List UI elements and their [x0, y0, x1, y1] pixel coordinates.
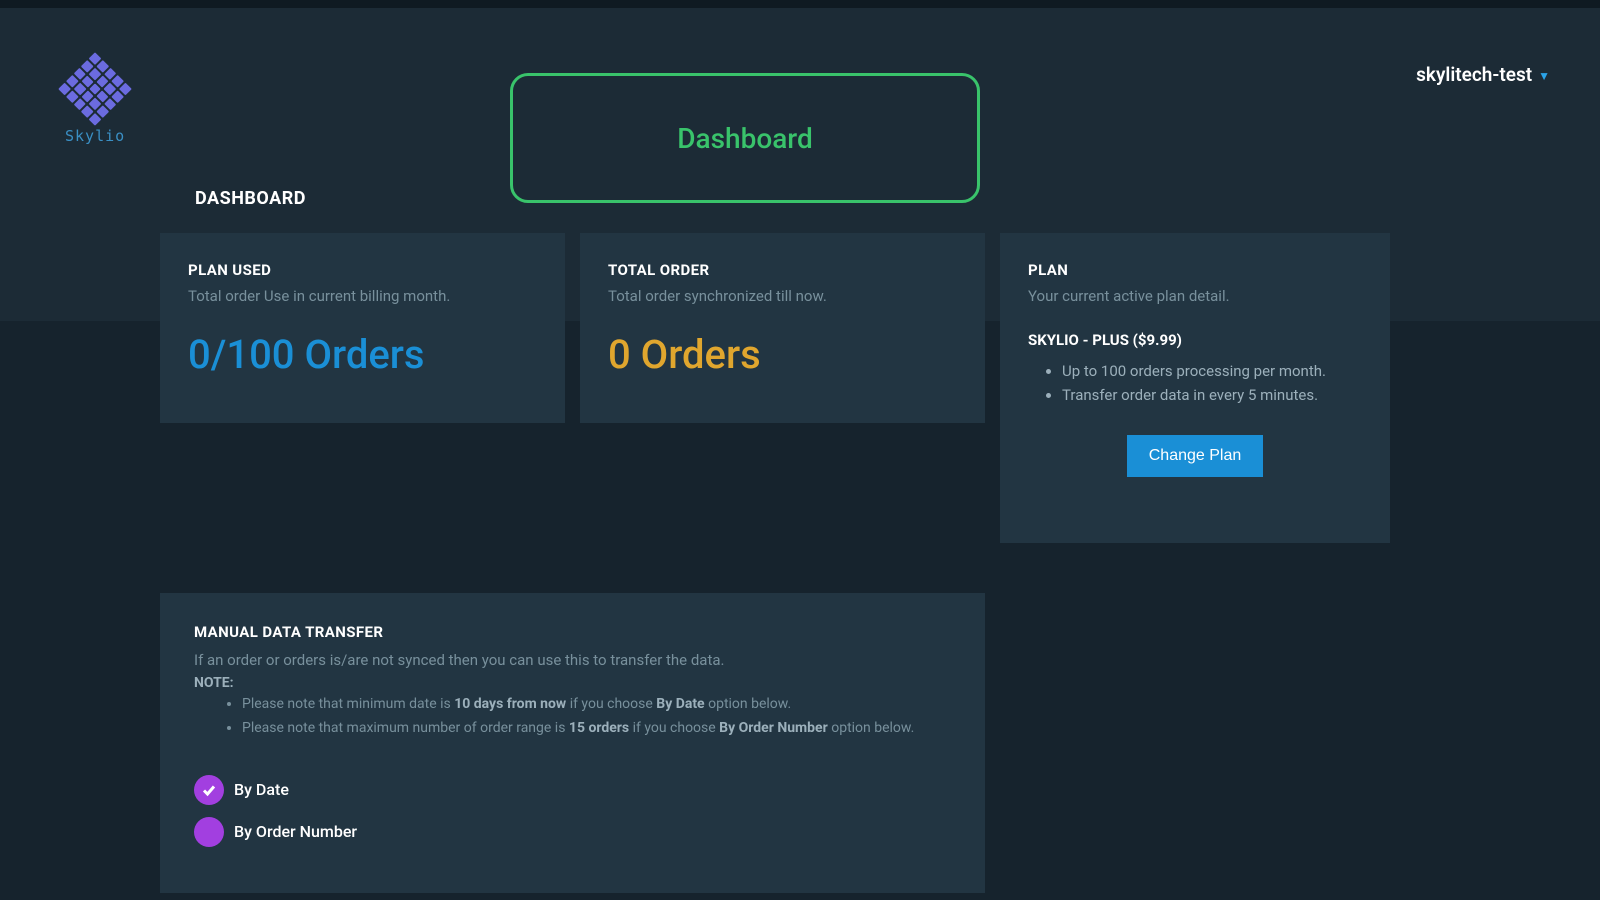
note-item: Please note that minimum date is 10 days… — [242, 693, 951, 717]
store-selector-label: skylitech-test — [1416, 63, 1532, 86]
chevron-down-icon: ▼ — [1538, 69, 1550, 83]
plan-used-card: PLAN USED Total order Use in current bil… — [160, 233, 565, 423]
radio-by-date-label: By Date — [234, 780, 289, 799]
brand-name: Skylio — [65, 127, 125, 145]
check-icon — [201, 782, 217, 798]
plan-subtitle: Your current active plan detail. — [1028, 287, 1362, 305]
plan-card: PLAN Your current active plan detail. SK… — [1000, 233, 1390, 543]
dashboard-tab[interactable]: Dashboard — [510, 73, 980, 203]
note-bold: 15 orders — [569, 720, 629, 736]
note-text: if you choose — [629, 720, 719, 736]
total-order-subtitle: Total order synchronized till now. — [608, 287, 957, 305]
manual-transfer-panel: MANUAL DATA TRANSFER If an order or orde… — [160, 593, 985, 893]
page-body: Skylio skylitech-test ▼ Dashboard DASHBO… — [0, 8, 1600, 900]
note-label: NOTE: — [194, 675, 951, 691]
plan-name: SKYLIO - PLUS ($9.99) — [1028, 331, 1362, 349]
total-order-title: TOTAL ORDER — [608, 261, 957, 279]
plan-used-title: PLAN USED — [188, 261, 537, 279]
note-bold: By Order Number — [719, 720, 828, 736]
radio-dot — [194, 817, 224, 847]
total-order-value: 0 Orders — [608, 331, 957, 378]
plan-used-value: 0/100 Orders — [188, 331, 537, 378]
radio-by-date[interactable]: By Date — [194, 775, 951, 805]
plan-feature-list: Up to 100 orders processing per month. T… — [1028, 359, 1362, 407]
store-selector[interactable]: skylitech-test ▼ — [1416, 63, 1550, 86]
note-text: option below. — [705, 696, 792, 712]
transfer-mode-radios: By Date By Order Number — [194, 775, 951, 847]
brand-logo[interactable]: Skylio — [65, 63, 125, 145]
total-order-card: TOTAL ORDER Total order synchronized til… — [580, 233, 985, 423]
plan-used-subtitle: Total order Use in current billing month… — [188, 287, 537, 305]
note-item: Please note that maximum number of order… — [242, 717, 951, 741]
note-bold: 10 days from now — [454, 696, 566, 712]
radio-by-order-number[interactable]: By Order Number — [194, 817, 951, 847]
radio-dot-selected — [194, 775, 224, 805]
note-text: Please note that minimum date is — [242, 696, 454, 712]
page-title: DASHBOARD — [195, 188, 306, 209]
plan-title: PLAN — [1028, 261, 1362, 279]
manual-transfer-title: MANUAL DATA TRANSFER — [194, 623, 951, 641]
note-list: Please note that minimum date is 10 days… — [194, 693, 951, 741]
radio-by-order-label: By Order Number — [234, 822, 357, 841]
note-text: if you choose — [566, 696, 656, 712]
note-bold: By Date — [656, 696, 704, 712]
plan-feature-item: Transfer order data in every 5 minutes. — [1062, 383, 1362, 407]
note-text: Please note that maximum number of order… — [242, 720, 569, 736]
logo-icon — [58, 52, 132, 126]
note-text: option below. — [828, 720, 915, 736]
plan-feature-item: Up to 100 orders processing per month. — [1062, 359, 1362, 383]
manual-transfer-desc: If an order or orders is/are not synced … — [194, 651, 951, 669]
window-top-strip — [0, 0, 1600, 8]
dashboard-tab-label: Dashboard — [677, 122, 812, 155]
change-plan-button[interactable]: Change Plan — [1127, 435, 1264, 477]
